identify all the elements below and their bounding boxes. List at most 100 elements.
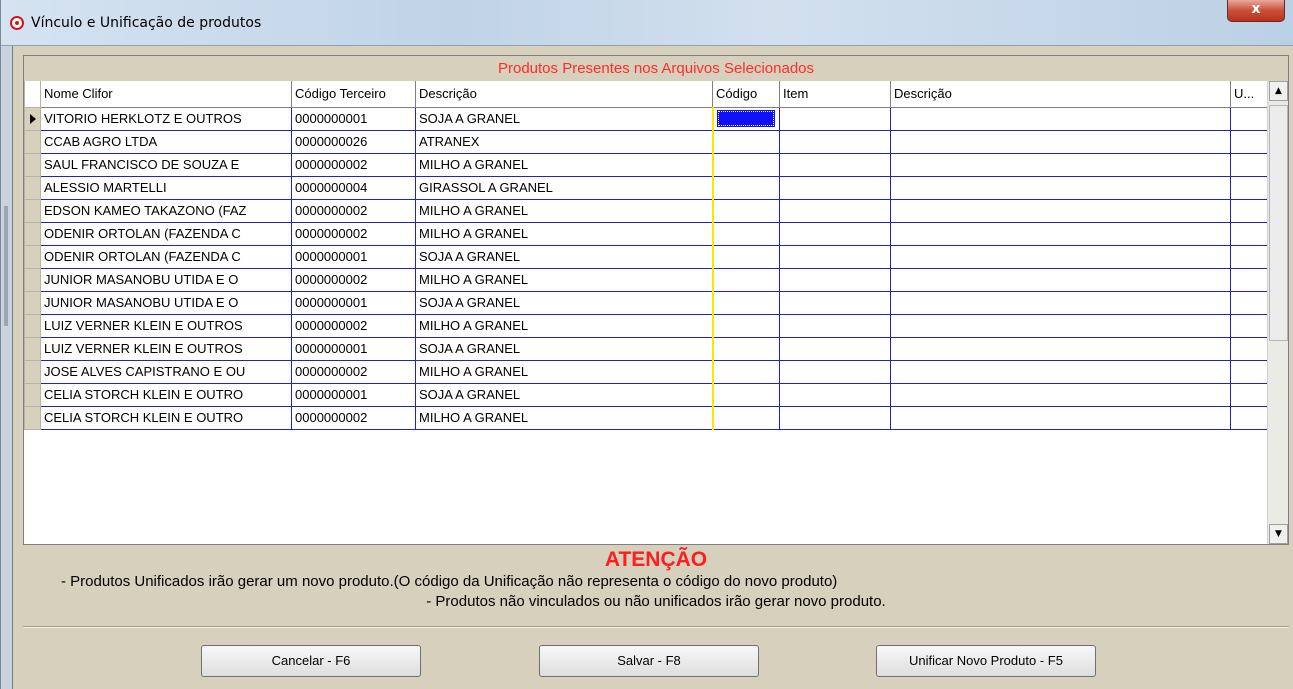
table-cell[interactable] [779,198,891,223]
row-indicator-cell[interactable] [24,221,41,246]
table-cell[interactable]: MILHO A GRANEL [415,267,713,292]
table-cell[interactable] [1230,336,1268,361]
table-cell[interactable]: 0000000002 [291,152,416,177]
table-row[interactable]: VITORIO HERKLOTZ E OUTROS 0000000001 SOJA … [24,106,1268,131]
row-indicator-cell[interactable] [24,152,41,177]
table-cell[interactable] [711,244,780,269]
table-row[interactable]: JUNIOR MASANOBU UTIDA E O 0000000001 SOJA … [24,290,1268,315]
table-cell[interactable]: CELIA STORCH KLEIN E OUTRO [40,382,292,407]
table-cell[interactable] [890,175,1231,200]
column-header[interactable]: Descrição [415,81,713,108]
row-indicator-cell[interactable] [24,198,41,223]
table-cell[interactable] [890,313,1231,338]
table-cell[interactable] [1230,221,1268,246]
table-row[interactable]: ODENIR ORTOLAN (FAZENDA C 0000000002 MILHO… [24,221,1268,246]
table-cell[interactable]: 0000000001 [291,290,416,315]
table-cell[interactable]: ODENIR ORTOLAN (FAZENDA C [40,244,292,269]
row-indicator-cell[interactable] [24,382,41,407]
column-header[interactable]: Descrição [890,81,1231,108]
table-cell[interactable]: EDSON KAMEO TAKAZONO (FAZ [40,198,292,223]
table-cell[interactable] [1230,359,1268,384]
row-indicator-cell[interactable] [24,267,41,292]
vertical-scrollbar[interactable]: ▲ ▼ [1267,81,1288,544]
table-cell[interactable] [779,359,891,384]
table-cell[interactable]: ATRANEX [415,129,713,154]
cancel-button[interactable]: Cancelar - F6 [201,645,421,677]
table-cell[interactable] [1230,267,1268,292]
table-cell[interactable]: 0000000004 [291,175,416,200]
table-cell[interactable] [779,405,891,430]
table-cell[interactable] [1230,244,1268,269]
table-cell[interactable] [711,405,780,430]
table-cell[interactable]: SAUL FRANCISCO DE SOUZA E [40,152,292,177]
table-cell[interactable] [890,382,1231,407]
table-cell[interactable] [890,106,1231,131]
table-cell[interactable] [1230,382,1268,407]
table-cell[interactable]: 0000000002 [291,405,416,430]
column-header[interactable]: Item [779,81,891,108]
table-cell[interactable]: 0000000001 [291,244,416,269]
table-cell[interactable]: CCAB AGRO LTDA [40,129,292,154]
table-cell[interactable] [779,267,891,292]
table-cell[interactable]: 0000000002 [291,221,416,246]
table-cell[interactable] [779,129,891,154]
table-cell[interactable] [1230,290,1268,315]
scroll-thumb[interactable] [1269,105,1288,341]
table-cell[interactable] [711,221,780,246]
table-cell[interactable]: SOJA A GRANEL [415,106,713,131]
table-cell[interactable]: LUIZ VERNER KLEIN E OUTROS [40,336,292,361]
row-indicator-cell[interactable] [24,175,41,200]
table-cell[interactable] [711,106,780,131]
column-header[interactable]: U... [1230,81,1268,108]
table-cell[interactable]: ODENIR ORTOLAN (FAZENDA C [40,221,292,246]
scroll-up-arrow-icon[interactable]: ▲ [1269,81,1288,101]
table-cell[interactable] [890,290,1231,315]
table-cell[interactable] [1230,152,1268,177]
row-indicator-cell[interactable] [24,106,41,131]
table-cell[interactable]: GIRASSOL A GRANEL [415,175,713,200]
table-cell[interactable]: 0000000026 [291,129,416,154]
table-cell[interactable] [890,336,1231,361]
table-cell[interactable]: SOJA A GRANEL [415,382,713,407]
row-indicator-cell[interactable] [24,359,41,384]
table-cell[interactable]: MILHO A GRANEL [415,152,713,177]
table-cell[interactable] [711,198,780,223]
table-row[interactable]: SAUL FRANCISCO DE SOUZA E 0000000002 MILHO… [24,152,1268,177]
table-cell[interactable]: 0000000002 [291,198,416,223]
table-cell[interactable] [1230,129,1268,154]
table-cell[interactable]: JUNIOR MASANOBU UTIDA E O [40,267,292,292]
table-cell[interactable] [711,382,780,407]
table-cell[interactable]: MILHO A GRANEL [415,405,713,430]
table-row[interactable]: CELIA STORCH KLEIN E OUTRO 0000000001 SOJA… [24,382,1268,407]
table-cell[interactable] [779,106,891,131]
table-row[interactable]: JUNIOR MASANOBU UTIDA E O 0000000002 MILHO… [24,267,1268,292]
table-cell[interactable]: 0000000002 [291,267,416,292]
table-cell[interactable] [779,313,891,338]
table-row[interactable]: LUIZ VERNER KLEIN E OUTROS 0000000002 MILH… [24,313,1268,338]
row-indicator-cell[interactable] [24,336,41,361]
table-row[interactable]: EDSON KAMEO TAKAZONO (FAZ 0000000002 MILHO… [24,198,1268,223]
row-indicator-cell[interactable] [24,129,41,154]
table-cell[interactable] [1230,405,1268,430]
table-cell[interactable] [1230,313,1268,338]
table-cell[interactable] [711,129,780,154]
table-cell[interactable]: JOSE ALVES CAPISTRANO E OU [40,359,292,384]
table-cell[interactable] [711,313,780,338]
table-cell[interactable] [779,221,891,246]
column-header[interactable]: Nome Clifor [40,81,292,108]
table-cell[interactable] [890,152,1231,177]
table-cell[interactable] [1230,106,1268,131]
table-cell[interactable]: MILHO A GRANEL [415,359,713,384]
table-cell[interactable] [779,152,891,177]
table-row[interactable]: CELIA STORCH KLEIN E OUTRO 0000000002 MILH… [24,405,1268,430]
table-cell[interactable]: MILHO A GRANEL [415,313,713,338]
table-cell[interactable] [711,152,780,177]
table-cell[interactable] [711,359,780,384]
table-row[interactable]: CCAB AGRO LTDA 0000000026 ATRANEX [24,129,1268,154]
table-cell[interactable]: 0000000001 [291,336,416,361]
table-cell[interactable]: 0000000001 [291,106,416,131]
table-cell[interactable]: MILHO A GRANEL [415,198,713,223]
table-cell[interactable] [1230,175,1268,200]
save-button[interactable]: Salvar - F8 [539,645,759,677]
table-cell[interactable] [779,336,891,361]
